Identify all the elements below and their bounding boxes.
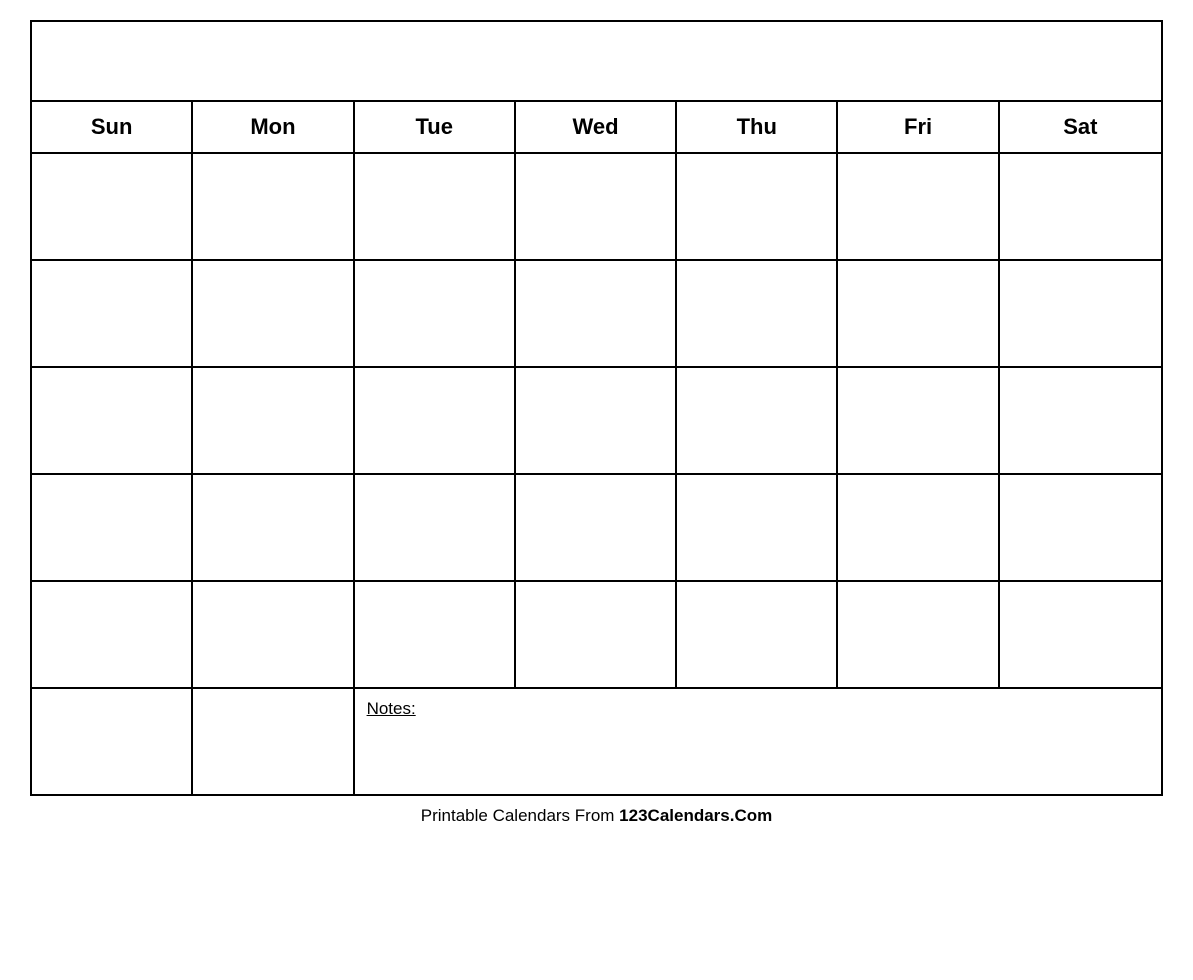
cell-1-sat — [1000, 154, 1161, 259]
cell-3-mon — [193, 368, 354, 473]
cell-4-thu — [677, 475, 838, 580]
footer-text-normal: Printable Calendars From — [421, 806, 619, 825]
calendar-grid: Notes: — [32, 154, 1161, 794]
cell-5-thu — [677, 582, 838, 687]
header-sat: Sat — [1000, 102, 1161, 152]
cell-2-sat — [1000, 261, 1161, 366]
header-fri: Fri — [838, 102, 999, 152]
cell-3-sun — [32, 368, 193, 473]
footer: Printable Calendars From 123Calendars.Co… — [421, 806, 773, 826]
cell-1-tue — [355, 154, 516, 259]
calendar-row-2 — [32, 261, 1161, 368]
cell-5-tue — [355, 582, 516, 687]
footer-text-bold: 123Calendars.Com — [619, 806, 772, 825]
header-thu: Thu — [677, 102, 838, 152]
cell-4-wed — [516, 475, 677, 580]
header-mon: Mon — [193, 102, 354, 152]
notes-row: Notes: — [32, 689, 1161, 794]
cell-2-thu — [677, 261, 838, 366]
cell-1-wed — [516, 154, 677, 259]
notes-content: Notes: — [355, 689, 1161, 794]
cell-2-wed — [516, 261, 677, 366]
cell-3-fri — [838, 368, 999, 473]
header-tue: Tue — [355, 102, 516, 152]
cell-1-thu — [677, 154, 838, 259]
cell-2-tue — [355, 261, 516, 366]
calendar-row-4 — [32, 475, 1161, 582]
cell-4-sun — [32, 475, 193, 580]
cell-3-wed — [516, 368, 677, 473]
cell-2-fri — [838, 261, 999, 366]
cell-1-fri — [838, 154, 999, 259]
header-wed: Wed — [516, 102, 677, 152]
cell-5-fri — [838, 582, 999, 687]
cell-5-sat — [1000, 582, 1161, 687]
notes-label: Notes: — [367, 699, 416, 718]
cell-3-tue — [355, 368, 516, 473]
cell-5-mon — [193, 582, 354, 687]
cell-2-sun — [32, 261, 193, 366]
cell-1-sun — [32, 154, 193, 259]
cell-5-wed — [516, 582, 677, 687]
calendar-row-3 — [32, 368, 1161, 475]
cell-4-fri — [838, 475, 999, 580]
notes-empty-mon — [193, 689, 354, 794]
cell-4-mon — [193, 475, 354, 580]
header-sun: Sun — [32, 102, 193, 152]
cell-4-tue — [355, 475, 516, 580]
calendar-container: Sun Mon Tue Wed Thu Fri Sat — [30, 20, 1163, 796]
calendar-row-1 — [32, 154, 1161, 261]
cell-2-mon — [193, 261, 354, 366]
cell-3-thu — [677, 368, 838, 473]
cell-3-sat — [1000, 368, 1161, 473]
calendar-header-row: Sun Mon Tue Wed Thu Fri Sat — [32, 102, 1161, 154]
cell-1-mon — [193, 154, 354, 259]
calendar-row-5 — [32, 582, 1161, 689]
cell-4-sat — [1000, 475, 1161, 580]
notes-empty-sun — [32, 689, 193, 794]
calendar-title-row — [32, 22, 1161, 102]
cell-5-sun — [32, 582, 193, 687]
